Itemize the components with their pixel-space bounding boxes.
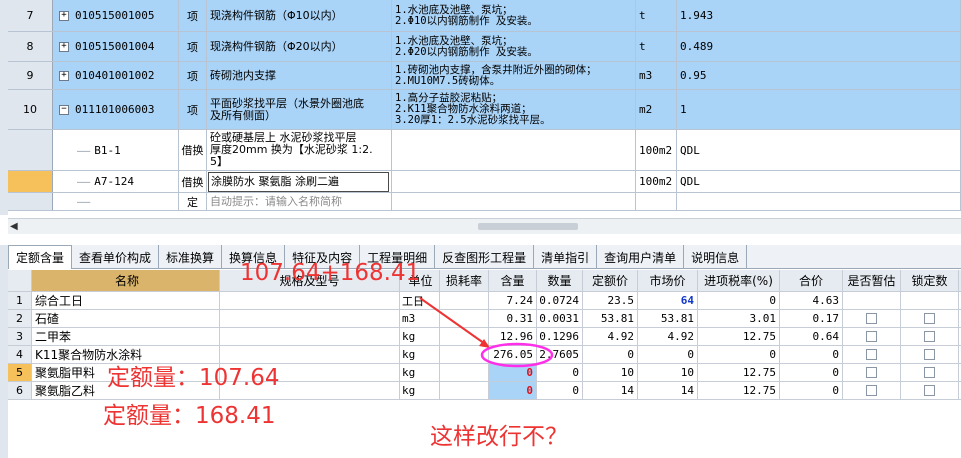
annotation-quota-b: 定额量：168.41 [103, 403, 276, 429]
annotation-circle [480, 342, 554, 368]
annotation-sum: 107.64+168.41 [240, 260, 421, 286]
annotation-quota-a: 定额量：107.64 [107, 365, 280, 391]
annotation-question: 这样改行不？ [430, 424, 568, 450]
annotation-arrow [419, 297, 489, 347]
